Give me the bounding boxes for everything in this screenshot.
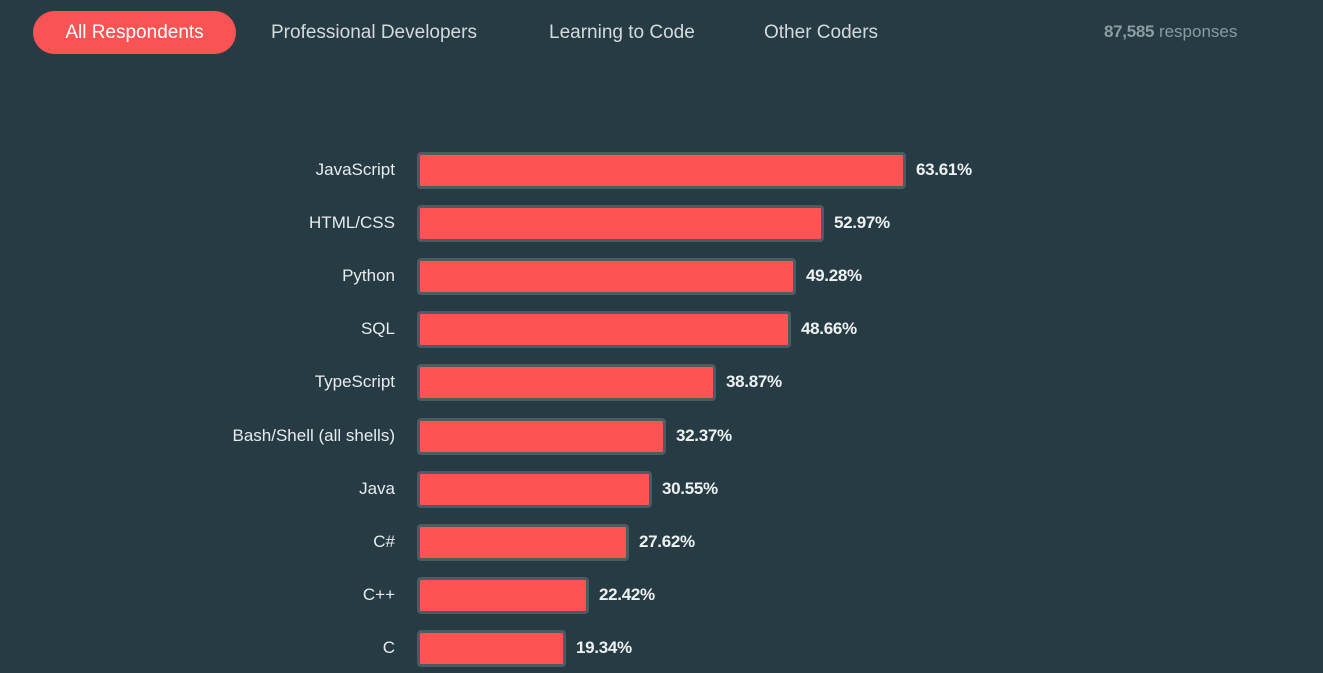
category-label: HTML/CSS xyxy=(309,213,395,233)
category-label: JavaScript xyxy=(315,160,395,179)
category-label: C# xyxy=(373,531,395,551)
value-label: 38.87% xyxy=(726,372,782,392)
category-label: Java xyxy=(359,478,395,498)
bar[interactable] xyxy=(417,576,589,614)
bar[interactable] xyxy=(417,311,791,349)
value-label: 32.37% xyxy=(676,425,732,445)
bar[interactable] xyxy=(417,470,652,508)
bar[interactable] xyxy=(417,417,666,455)
bar-chart: JavaScript 63.61% HTML/CSS 52.97% Python 49.2… xyxy=(0,0,1323,673)
category-label: C xyxy=(382,637,395,657)
bar[interactable] xyxy=(417,364,716,402)
category-label: SQL xyxy=(360,319,395,339)
value-label: 22.42% xyxy=(599,584,655,604)
bar[interactable] xyxy=(417,152,906,189)
value-label: 63.61% xyxy=(916,160,972,179)
category-label: Bash/Shell (all shells) xyxy=(232,425,395,445)
value-label: 30.55% xyxy=(662,478,718,498)
value-label: 48.66% xyxy=(801,319,857,339)
value-label: 52.97% xyxy=(834,213,890,233)
bar[interactable] xyxy=(417,258,796,296)
value-label: 19.34% xyxy=(576,637,632,657)
category-label: Python xyxy=(342,266,395,286)
bar[interactable] xyxy=(417,629,566,667)
value-label: 49.28% xyxy=(806,266,862,286)
value-label: 27.62% xyxy=(639,531,695,551)
category-label: TypeScript xyxy=(314,372,395,392)
category-label: C++ xyxy=(362,584,395,604)
bar[interactable] xyxy=(417,523,629,561)
bar[interactable] xyxy=(417,205,824,243)
